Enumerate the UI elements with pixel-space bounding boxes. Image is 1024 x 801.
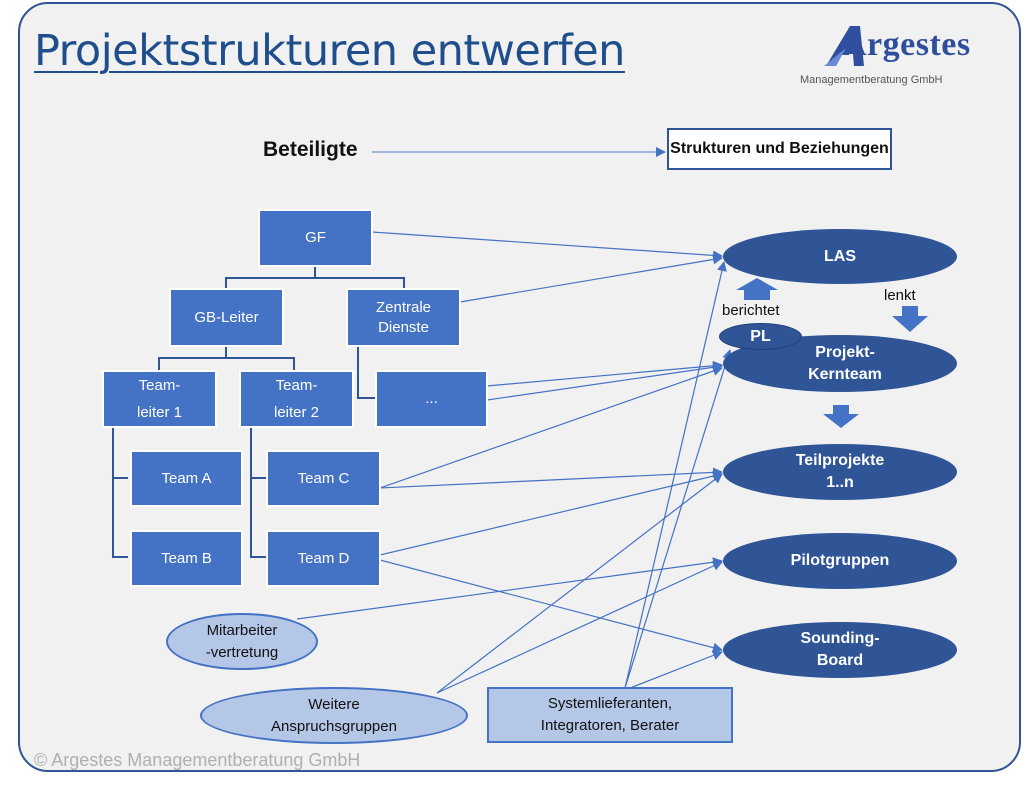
berichtet-label: berichtet xyxy=(722,302,780,319)
lenkt-label: lenkt xyxy=(884,287,916,304)
node-sounding-board[interactable]: Sounding- Board xyxy=(723,622,957,678)
node-mitarbeitervertretung[interactable]: Mitarbeiter -vertretung xyxy=(166,613,318,670)
node-team-d[interactable]: Team D xyxy=(266,530,381,587)
node-zentrale-dienste[interactable]: Zentrale Dienste xyxy=(346,288,461,347)
berichtet-arrow-icon xyxy=(736,278,778,300)
copyright-notice: © Argestes Managementberatung GmbH xyxy=(34,750,361,770)
node-pilotgruppen[interactable]: Pilotgruppen xyxy=(723,533,957,589)
edge-system-pl xyxy=(624,349,733,689)
edge-weitere-pilotgruppen xyxy=(436,561,723,694)
node-team-a[interactable]: Team A xyxy=(130,450,243,507)
node-team-b[interactable]: Team B xyxy=(130,530,243,587)
strukturen-box: Strukturen und Beziehungen xyxy=(667,128,892,170)
node-las[interactable]: LAS xyxy=(723,229,957,284)
node-more[interactable]: ... xyxy=(375,370,488,428)
edge-system-soundingboard xyxy=(629,650,723,689)
node-pl[interactable]: PL xyxy=(719,323,802,350)
edge-zentrale-las xyxy=(459,254,723,303)
node-teamleiter-2[interactable]: Team- leiter 2 xyxy=(239,370,354,428)
node-team-c[interactable]: Team C xyxy=(266,450,381,507)
company-logo: Argestes Managementberatung GmbH xyxy=(800,22,970,92)
node-systemlieferanten[interactable]: Systemlieferanten, Integratoren, Berater xyxy=(487,687,733,743)
kernteam-to-teilprojekte-arrow-icon xyxy=(823,405,859,428)
logo-name: Argestes xyxy=(842,26,971,63)
node-gb-leiter[interactable]: GB-Leiter xyxy=(169,288,284,347)
node-gf[interactable]: GF xyxy=(258,209,373,267)
edge-gf-las xyxy=(371,231,723,261)
node-weitere-anspruchsgruppen[interactable]: Weitere Anspruchsgruppen xyxy=(200,687,468,744)
edge-system-las xyxy=(624,261,727,689)
lenkt-arrow-icon xyxy=(892,306,928,332)
logo-subtitle: Managementberatung GmbH xyxy=(800,74,943,86)
node-teamleiter-1[interactable]: Team- leiter 1 xyxy=(102,370,217,428)
node-teilprojekte[interactable]: Teilprojekte 1..n xyxy=(723,444,957,500)
beteiligte-label: Beteiligte xyxy=(263,138,358,161)
edge-weitere-teilprojekte xyxy=(436,473,723,694)
page-title: Projektstrukturen entwerfen xyxy=(34,26,625,76)
